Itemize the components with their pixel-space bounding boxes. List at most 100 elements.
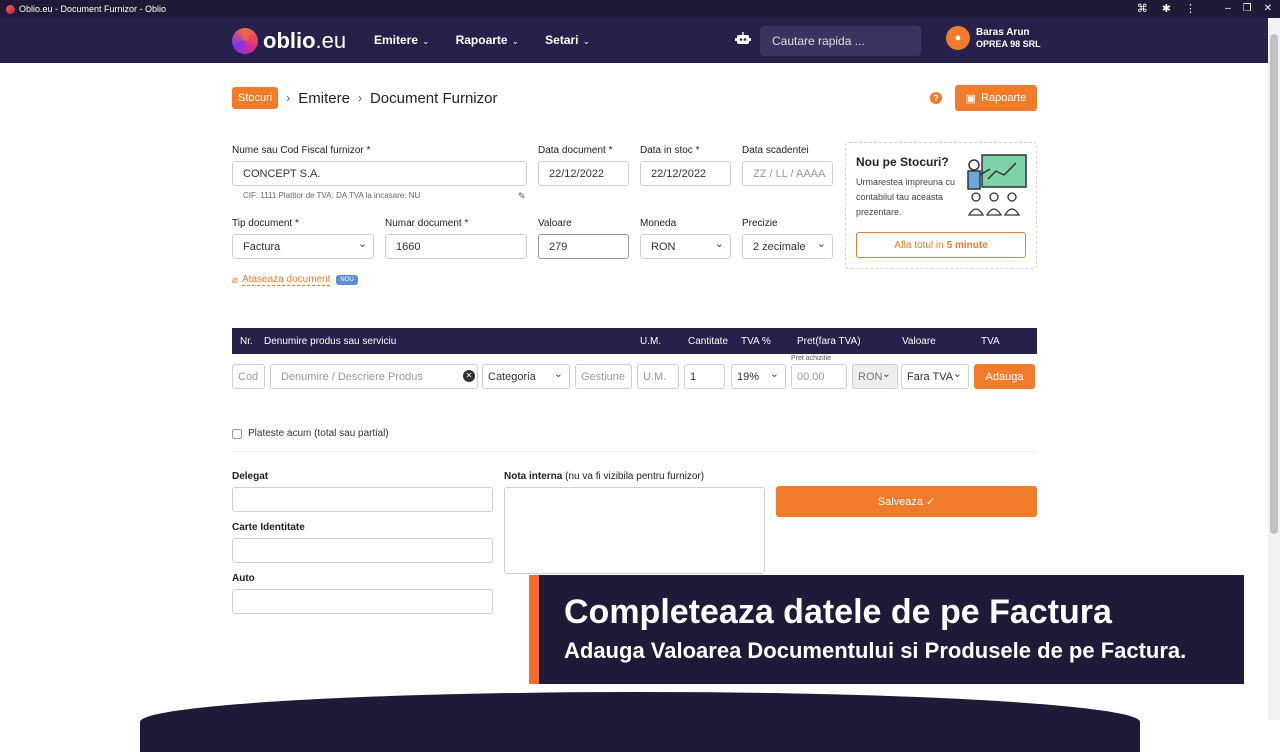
browser-extensions: ⌘ ✱ ⋮ (1137, 2, 1196, 15)
page-title: Document Furnizor (369, 89, 498, 107)
price-input[interactable]: 00.00 (791, 364, 847, 389)
caption-line-2: Adauga Valoarea Documentului si Produsel… (564, 638, 1187, 663)
presentation-illustration-icon (967, 154, 1027, 216)
col-price: Pret(fara TVA) (797, 336, 861, 347)
due-date-label: Data scadentei (742, 145, 809, 156)
delegate-label: Delegat (232, 471, 269, 482)
restore-icon[interactable]: ❐ (1243, 3, 1252, 14)
currency-select[interactable]: RON (640, 234, 731, 259)
breadcrumb-stocuri[interactable]: Stocuri (232, 87, 279, 109)
window-title: Oblio.eu - Document Furnizor - Oblio (19, 4, 167, 14)
promo-description: Urmarestea impreuna cu contabilul tau ac… (856, 177, 956, 217)
col-qty: Cantitate (688, 336, 729, 347)
stock-date-label: Data in stoc * (640, 145, 700, 156)
chevron-down-icon: ⌄ (511, 36, 520, 46)
supplier-info: CIF: 1111 Platitor de TVA: DA TVA la inc… (243, 191, 421, 200)
main-menu: Emitere ⌄ Rapoarte ⌄ Setari ⌄ (374, 33, 590, 47)
chevron-down-icon: ⌄ (582, 36, 591, 46)
window-controls: – ❐ ✕ (1225, 3, 1272, 14)
id-card-input[interactable] (232, 538, 493, 563)
logo-text: oblio (263, 28, 316, 53)
translate-icon[interactable]: ⌘ (1137, 2, 1148, 15)
scrollbar-thumb[interactable] (1270, 34, 1278, 534)
divider (232, 451, 1037, 452)
save-button[interactable]: Salveaza ✓ (776, 486, 1037, 517)
puzzle-icon[interactable]: ✱ (1162, 2, 1171, 15)
robot-icon[interactable] (735, 32, 751, 46)
value-input[interactable]: 279 (538, 234, 629, 259)
attach-document-link[interactable]: ⌀ Ataseaza document NOU (232, 274, 358, 286)
col-nr: Nr. (240, 336, 253, 347)
doc-number-label: Numar document * (385, 218, 469, 229)
chevron-down-icon: ⌄ (422, 36, 430, 46)
auto-label: Auto (232, 573, 255, 584)
doc-date-input[interactable]: 22/12/2022 (538, 161, 629, 186)
breadcrumb: Stocuri › Emitere › Document Furnizor (232, 87, 497, 109)
code-input[interactable]: Cod (232, 364, 265, 389)
col-um: U.M. (640, 336, 662, 347)
search-input[interactable]: Cautare rapida ... (760, 26, 921, 56)
quantity-input[interactable]: 1 (684, 364, 725, 389)
products-table-header: Nr. Denumire produs sau serviciu U.M. Ca… (232, 328, 1037, 354)
col-vat: TVA (981, 336, 1000, 347)
doc-type-label: Tip document * (232, 218, 299, 229)
avatar: ● (946, 26, 970, 50)
page-scrollbar[interactable] (1268, 18, 1280, 720)
category-select[interactable]: Categoria (482, 364, 570, 389)
promo-title: Nou pe Stocuri? (856, 155, 949, 169)
price-hint: Pret achizitie (791, 355, 832, 362)
doc-date-label: Data document * (538, 145, 613, 156)
menu-rapoarte[interactable]: Rapoarte ⌄ (456, 33, 520, 47)
pay-now-label: Plateste acum (total sau partial) (248, 428, 389, 439)
precision-select[interactable]: 2 zecimale (742, 234, 833, 259)
clear-icon[interactable]: ✕ (463, 370, 475, 382)
kebab-menu-icon[interactable]: ⋮ (1185, 2, 1196, 15)
precision-label: Precizie (742, 218, 778, 229)
menu-emitere[interactable]: Emitere ⌄ (374, 33, 430, 47)
col-value: Valoare (902, 336, 936, 347)
reports-button[interactable]: ▣ Rapoarte (955, 85, 1037, 111)
gestiune-input[interactable]: Gestiune (575, 364, 632, 389)
internal-note-textarea[interactable] (504, 487, 765, 574)
learn-more-button[interactable]: Afla totul in 5 minute (856, 232, 1026, 258)
caption-accent-bar (529, 575, 539, 684)
note-label: Nota interna (nu va fi vizibila pentru f… (504, 471, 705, 482)
vat-mode-select[interactable]: Fara TVA (901, 364, 969, 389)
breadcrumb-emitere[interactable]: Emitere (298, 90, 350, 107)
value-label: Valoare (538, 218, 572, 229)
chevron-right-icon: › (357, 91, 362, 105)
stock-date-input[interactable]: 22/12/2022 (640, 161, 731, 186)
new-badge: NOU (336, 275, 358, 285)
vat-select[interactable]: 19% (731, 364, 786, 389)
help-icon[interactable]: ? (930, 92, 942, 104)
product-name-input[interactable]: Denumire / Descriere Produs (270, 364, 478, 389)
col-name: Denumire produs sau serviciu (264, 336, 397, 347)
window-titlebar: Oblio.eu - Document Furnizor - Oblio ⌘ ✱… (0, 0, 1280, 18)
supplier-label: Nume sau Cod Fiscal furnizor * (232, 145, 371, 156)
doc-type-select[interactable]: Factura (232, 234, 374, 259)
doc-number-input[interactable]: 1660 (385, 234, 527, 259)
close-icon[interactable]: ✕ (1264, 3, 1272, 14)
row-currency-select[interactable]: RON (852, 364, 898, 389)
top-navbar: oblio .eu Emitere ⌄ Rapoarte ⌄ Setari ⌄ Caut… (0, 18, 1268, 63)
supplier-input[interactable]: CONCEPT S.A. (232, 161, 527, 186)
oblio-logo[interactable]: oblio .eu (232, 28, 346, 54)
auto-input[interactable] (232, 589, 493, 614)
promo-card: Nou pe Stocuri? Urmarestea impreuna cu c… (845, 142, 1037, 269)
user-company: OPREA 98 SRL (976, 38, 1041, 49)
minimize-icon[interactable]: – (1225, 3, 1231, 14)
bottom-decoration (140, 692, 1140, 752)
delegate-input[interactable] (232, 487, 493, 512)
menu-setari[interactable]: Setari ⌄ (545, 33, 590, 47)
pay-now-checkbox[interactable] (232, 429, 242, 439)
logo-icon (232, 28, 258, 54)
favicon-icon (6, 4, 15, 14)
user-menu[interactable]: ● Baras Arun OPREA 98 SRL (946, 26, 1041, 50)
user-name: Baras Arun (976, 26, 1030, 38)
add-product-button[interactable]: Adauga (974, 364, 1035, 389)
um-input[interactable]: U.M. (637, 364, 679, 389)
tutorial-caption: Completeaza datele de pe Factura Adauga … (529, 575, 1244, 684)
due-date-input[interactable]: ZZ / LL / AAAA (742, 161, 833, 186)
chart-icon: ▣ (965, 92, 977, 105)
edit-pencil-icon[interactable]: ✎ (518, 191, 526, 202)
